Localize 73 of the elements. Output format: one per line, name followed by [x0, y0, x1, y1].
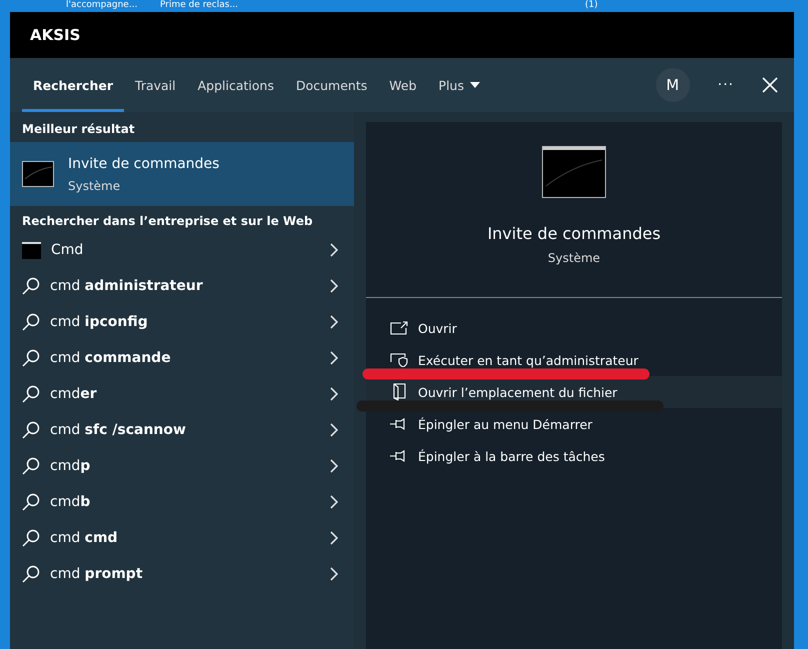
- chevron-right-icon: [330, 279, 338, 293]
- action-label: Ouvrir l’emplacement du fichier: [418, 384, 618, 400]
- suggestion-text: Cmd: [51, 242, 84, 258]
- suggestion-text: cmd prompt: [50, 566, 144, 582]
- search-suggestion[interactable]: cmd sfc /scannow: [10, 412, 354, 448]
- tab[interactable]: Travail: [124, 58, 187, 112]
- suggestion-text: cmdb: [50, 494, 92, 510]
- action-item[interactable]: Épingler au menu Démarrer: [366, 408, 782, 440]
- action-label: Exécuter en tant qu’administrateur: [418, 352, 638, 368]
- desktop-icon-label: (1): [585, 0, 598, 11]
- chevron-right-icon: [330, 351, 338, 365]
- suggestion-text: cmder: [50, 386, 98, 402]
- search-icon: [22, 457, 40, 475]
- section-heading: Meilleur résultat: [21, 121, 136, 138]
- search-suggestion[interactable]: cmd prompt: [10, 556, 354, 592]
- shield-icon: [390, 353, 408, 367]
- tab[interactable]: Web: [378, 58, 428, 112]
- search-icon: [22, 385, 40, 403]
- caret-icon: [470, 82, 480, 88]
- action-item[interactable]: Exécuter en tant qu’administrateur: [366, 344, 782, 376]
- chevron-right-icon: [330, 243, 338, 257]
- search-suggestion[interactable]: cmd administrateur: [10, 268, 354, 304]
- desktop-icon-label: l'accompagne...: [66, 0, 138, 11]
- search-icon: [22, 313, 40, 331]
- account-avatar[interactable]: M: [656, 68, 690, 102]
- suggestion-text: cmd administrateur: [50, 278, 204, 294]
- chevron-right-icon: [330, 423, 338, 437]
- terminal-icon: [22, 242, 41, 258]
- search-icon: [22, 421, 40, 439]
- app-subtitle: Système: [548, 251, 600, 265]
- action-item[interactable]: Ouvrir: [366, 312, 782, 344]
- chevron-right-icon: [330, 567, 338, 581]
- best-result-item[interactable]: Invite de commandes Système: [10, 142, 354, 206]
- chevron-right-icon: [330, 387, 338, 401]
- app-title: Invite de commandes: [487, 224, 661, 243]
- section-heading: Rechercher dans l’entreprise et sur le Web: [21, 213, 314, 230]
- search-suggestion[interactable]: cmdb: [10, 484, 354, 520]
- search-suggestion[interactable]: cmd cmd: [10, 520, 354, 556]
- open-window-icon: [390, 321, 408, 335]
- tab[interactable]: Applications: [186, 58, 285, 112]
- close-icon[interactable]: [762, 77, 778, 93]
- search-icon: [22, 349, 40, 367]
- search-suggestion[interactable]: cmd ipconfig: [10, 304, 354, 340]
- chevron-right-icon: [330, 495, 338, 509]
- tab[interactable]: Plus: [428, 58, 491, 112]
- search-suggestion[interactable]: Cmd: [10, 232, 354, 268]
- terminal-icon: [22, 161, 54, 187]
- result-title: Invite de commandes: [68, 156, 220, 172]
- suggestion-text: cmd commande: [50, 350, 172, 366]
- suggestion-text: cmd ipconfig: [50, 314, 149, 330]
- action-label: Épingler à la barre des tâches: [418, 448, 605, 464]
- search-suggestion[interactable]: cmdp: [10, 448, 354, 484]
- search-icon: [22, 529, 40, 547]
- suggestion-text: cmd sfc /scannow: [50, 422, 187, 438]
- chevron-right-icon: [330, 315, 338, 329]
- action-label: Ouvrir: [418, 320, 457, 336]
- chevron-right-icon: [330, 459, 338, 473]
- chevron-right-icon: [330, 531, 338, 545]
- result-subtitle: Système: [68, 178, 122, 192]
- search-icon: [22, 493, 40, 511]
- search-suggestion[interactable]: cmd commande: [10, 340, 354, 376]
- search-icon: [22, 277, 40, 295]
- more-options-button[interactable]: ···: [712, 76, 740, 94]
- action-item[interactable]: Épingler à la barre des tâches: [366, 440, 782, 472]
- suggestion-text: cmdp: [50, 458, 92, 474]
- terminal-icon: [542, 146, 606, 198]
- search-icon: [22, 565, 40, 583]
- window-title: AKSIS: [30, 26, 80, 44]
- action-label: Épingler au menu Démarrer: [418, 416, 592, 432]
- tab[interactable]: Documents: [284, 58, 378, 112]
- suggestion-text: cmd cmd: [50, 530, 119, 546]
- search-suggestion[interactable]: cmder: [10, 376, 354, 412]
- desktop-icon-label: Prime de reclas...: [160, 0, 238, 11]
